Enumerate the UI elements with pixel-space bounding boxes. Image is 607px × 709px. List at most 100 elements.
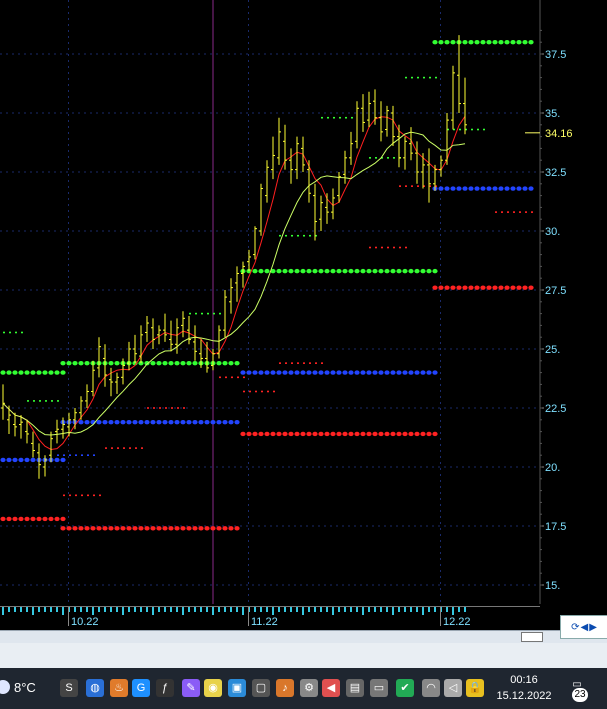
level-dot-blue xyxy=(156,419,162,425)
weather-icon[interactable] xyxy=(0,680,10,694)
time-axis-line xyxy=(0,606,540,607)
level-dot-red xyxy=(0,516,6,522)
time-axis-tick xyxy=(188,607,190,612)
lock-icon[interactable]: 🔒 xyxy=(466,679,484,697)
level-dash-red xyxy=(135,447,137,449)
time-axis-canvas: 10.22 11.22 12.22 xyxy=(0,606,540,628)
level-dot-red xyxy=(204,526,210,531)
time-axis-tick xyxy=(2,607,4,615)
level-dot-red xyxy=(282,431,288,437)
level-dot-green xyxy=(108,360,114,366)
speaker-icon[interactable]: ◀ xyxy=(322,679,340,697)
level-dot-red xyxy=(366,431,372,437)
time-axis-tick xyxy=(398,607,400,612)
level-dot-green xyxy=(66,360,72,366)
time-axis-tick xyxy=(56,607,58,612)
scroll-thumb[interactable] xyxy=(521,632,543,642)
price-bar xyxy=(73,408,77,430)
level-dot-green xyxy=(498,40,504,45)
level-dash-red xyxy=(495,211,497,213)
time-axis-tick xyxy=(176,607,178,612)
level-dot-green xyxy=(54,370,60,375)
level-dot-blue xyxy=(258,370,264,375)
scroll-right-icon[interactable]: ▶ xyxy=(589,622,597,633)
chart-scrollbar[interactable] xyxy=(0,630,607,643)
level-dot-green xyxy=(426,268,432,274)
price-bar xyxy=(235,266,239,302)
time-axis-tick xyxy=(20,607,22,612)
level-dot-blue xyxy=(234,419,240,425)
level-dash-green xyxy=(351,116,353,119)
price-axis-label: 20. xyxy=(545,462,560,474)
level-dot-red xyxy=(438,285,444,290)
fire-icon[interactable]: ♨ xyxy=(110,679,128,697)
time-axis-label: 10.22 xyxy=(71,616,99,628)
level-dot-red xyxy=(222,526,228,531)
shield-icon[interactable]: ✔ xyxy=(396,679,414,697)
level-dot-green xyxy=(0,370,6,375)
phone-icon[interactable]: ▢ xyxy=(252,679,270,697)
time-axis-tick xyxy=(50,607,52,612)
level-dot-red xyxy=(396,431,402,437)
globe-icon[interactable]: ◍ xyxy=(86,679,104,697)
level-dot-green xyxy=(474,40,480,45)
time-axis-tick xyxy=(326,607,328,612)
time-axis-label: 12.22 xyxy=(443,616,471,628)
wifi-icon[interactable]: ◠ xyxy=(422,679,440,697)
price-bar xyxy=(445,113,449,165)
price-axis-label: 27.5 xyxy=(545,285,566,297)
price-axis-label: 17.5 xyxy=(545,521,566,533)
pill-icon[interactable]: ◉ xyxy=(204,679,222,697)
camera-icon[interactable]: ▣ xyxy=(228,679,246,697)
level-dot-green xyxy=(480,40,486,45)
refresh-icon[interactable]: ⟳ xyxy=(571,622,579,633)
battery-icon[interactable]: ▭ xyxy=(370,679,388,697)
level-dot-green xyxy=(384,268,390,274)
level-dot-green xyxy=(516,40,522,45)
car-icon[interactable]: ⚙ xyxy=(300,679,318,697)
sound-icon[interactable]: ♪ xyxy=(276,679,294,697)
level-dot-blue xyxy=(132,419,138,425)
level-dot-blue xyxy=(246,370,252,375)
taskbar-clock[interactable]: 00:16 15.12.2022 xyxy=(494,672,554,704)
italic-f-icon[interactable]: ƒ xyxy=(156,679,174,697)
level-dot-blue xyxy=(366,370,372,375)
level-dot-green xyxy=(342,268,348,274)
level-dash-green xyxy=(345,116,347,119)
skype-icon[interactable]: S xyxy=(60,679,78,697)
g-icon[interactable]: G xyxy=(132,679,150,697)
level-dot-blue xyxy=(420,370,426,375)
price-chart[interactable]: 37.5 35. 32.5 30. 27.5 25. 22.5 20. 17.5 15. 34.16 xyxy=(0,0,607,606)
price-bar xyxy=(163,313,167,342)
level-dot-blue xyxy=(270,370,276,375)
clock-date: 15.12.2022 xyxy=(496,690,552,702)
monitor-icon[interactable]: ▤ xyxy=(346,679,364,697)
price-bar xyxy=(115,372,119,394)
time-axis-tick xyxy=(134,607,136,612)
price-bar xyxy=(193,325,197,361)
scroll-left-icon[interactable]: ◀ xyxy=(580,622,588,633)
price-bar xyxy=(355,101,359,149)
level-dot-blue xyxy=(504,186,510,191)
level-dash-red xyxy=(507,211,509,213)
level-dot-blue xyxy=(282,370,288,375)
chart-canvas[interactable]: 37.5 35. 32.5 30. 27.5 25. 22.5 20. 17.5 15. 34.16 xyxy=(0,0,607,606)
level-dot-blue xyxy=(474,186,480,191)
level-dot-blue xyxy=(126,419,132,425)
level-dot-red xyxy=(522,285,528,290)
time-axis-tick xyxy=(140,607,142,612)
level-dot-green xyxy=(354,268,360,274)
chart-navigation[interactable]: ⟳ ◀ ▶ xyxy=(560,615,607,639)
level-dash-green xyxy=(285,234,287,237)
level-dot-red xyxy=(120,526,126,531)
taskbar: 8°C S ◍ ♨ Gƒ ✎ ◉ ▣ ▢ ♪ ⚙ ◀ ▤ ▭ ✔ ◠ ◁ 🔒 00:16 15.12.2022 … xyxy=(0,668,607,709)
time-axis-tick xyxy=(236,607,238,612)
weather-temperature[interactable]: 8°C xyxy=(14,680,36,695)
level-dash-red xyxy=(411,185,413,187)
level-dash-green xyxy=(57,400,59,402)
pen-icon[interactable]: ✎ xyxy=(182,679,200,697)
time-axis-tick xyxy=(152,607,154,615)
price-bar xyxy=(265,160,269,203)
volume-icon[interactable]: ◁ xyxy=(444,679,462,697)
level-dash-red xyxy=(123,447,125,449)
